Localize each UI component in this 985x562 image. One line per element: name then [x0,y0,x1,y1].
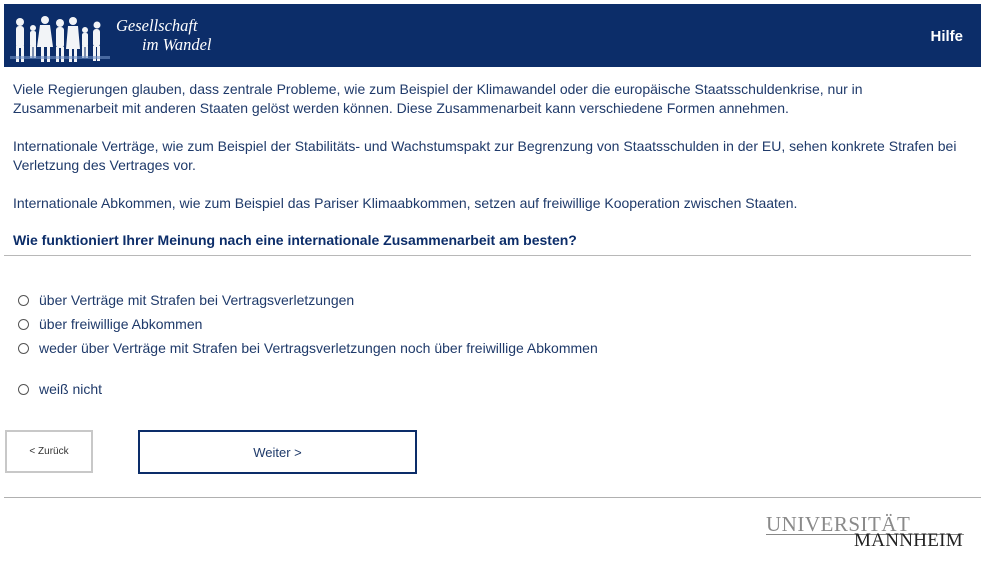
help-link[interactable]: Hilfe [930,28,963,45]
header-bar: Gesellschaft im Wandel Hilfe [4,4,981,67]
intro-paragraph-1: Viele Regierungen glauben, dass zentrale… [13,81,863,116]
answer-option-dont-know[interactable]: weiß nicht [18,381,102,397]
radio-button[interactable] [18,342,29,354]
university-logo: UNIVERSITÄT MANNHEIM [766,512,966,552]
intro-text: Viele Regierungen glauben, dass zentrale… [13,80,963,232]
question-divider [4,255,971,256]
people-silhouette-logo-icon [10,16,110,62]
logo-wordmark: Gesellschaft im Wandel [116,16,212,54]
radio-button[interactable] [18,383,29,395]
back-button[interactable]: < Zurück [5,430,93,473]
next-button[interactable]: Weiter > [138,430,417,474]
footer-divider [4,497,981,498]
answer-option-neither[interactable]: weder über Verträge mit Strafen bei Vert… [18,340,598,356]
intro-paragraph-3: Internationale Abkommen, wie zum Beispie… [13,195,798,211]
answer-option-contracts[interactable]: über Verträge mit Strafen bei Vertragsve… [18,292,354,308]
radio-button[interactable] [18,318,29,330]
logo-line-1: Gesellschaft [116,16,198,35]
intro-paragraph-2: Internationale Verträge, wie zum Beispie… [13,138,957,173]
answer-label: über freiwillige Abkommen [39,316,203,332]
answer-label: weiß nicht [39,381,103,397]
answer-label: über Verträge mit Strafen bei Vertragsve… [39,292,355,308]
radio-button[interactable] [18,294,29,306]
answer-label: weder über Verträge mit Strafen bei Vert… [39,340,598,356]
logo-line-2: im Wandel [142,35,212,54]
answer-option-voluntary[interactable]: über freiwillige Abkommen [18,316,202,332]
question-text: Wie funktioniert Ihrer Meinung nach eine… [13,232,577,248]
university-logo-line-2: MANNHEIM [854,530,964,551]
